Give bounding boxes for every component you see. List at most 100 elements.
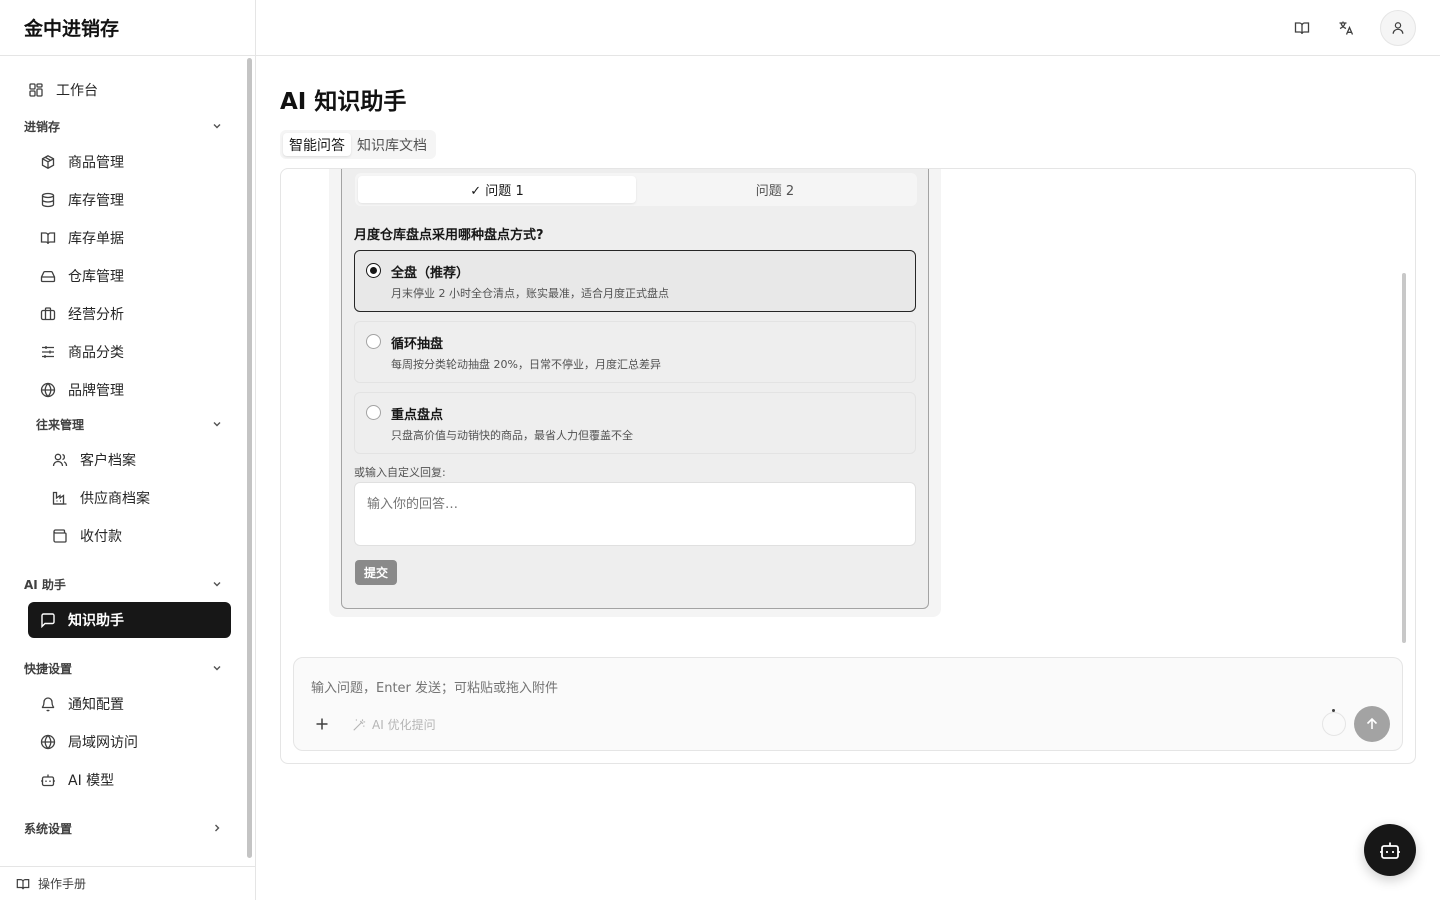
message-square-icon xyxy=(40,612,56,628)
sidebar-item-label: 品牌管理 xyxy=(68,383,124,399)
wallet-icon xyxy=(52,528,68,544)
chat-composer: 输入问题，Enter 发送；可粘贴或拖入附件 AI 优化提问 xyxy=(293,657,1403,751)
sidebar-item-label: 工作台 xyxy=(56,83,98,99)
app-brand: 金中进销存 xyxy=(0,0,255,56)
package-icon xyxy=(40,154,56,170)
briefcase-icon xyxy=(40,306,56,322)
database-icon xyxy=(40,192,56,208)
language-button[interactable] xyxy=(1328,10,1364,46)
hard-drive-icon xyxy=(40,268,56,284)
chevron-down-icon xyxy=(210,661,224,675)
sidebar-scrollbar[interactable] xyxy=(247,58,252,858)
bot-icon xyxy=(40,772,56,788)
sidebar-item-label: 供应商档案 xyxy=(80,491,150,507)
submit-button[interactable]: 提交 xyxy=(355,560,398,585)
sidebar-item-label: 库存管理 xyxy=(68,193,124,209)
sidebar-item-stock-docs[interactable]: 库存单据 xyxy=(40,220,124,256)
tab-knowledge-docs[interactable]: 知识库文档 xyxy=(351,133,433,156)
group-label: 系统设置 xyxy=(24,821,73,836)
sidebar-item-label: 客户档案 xyxy=(80,453,136,469)
group-contacts[interactable]: 往来管理 xyxy=(36,412,224,436)
option-title: 重点盘点 xyxy=(391,408,444,423)
users-icon xyxy=(52,452,68,468)
option-full-count[interactable]: 全盘（推荐） 月末停业 2 小时全仓清点，账实最准，适合月度正式盘点 xyxy=(354,250,916,312)
option-cycle-count[interactable]: 循环抽盘 每周按分类轮动抽盘 20%，日常不停业，月度汇总差异 xyxy=(354,321,916,383)
group-label: AI 助手 xyxy=(24,577,66,592)
grid-icon xyxy=(28,82,44,98)
chevron-down-icon xyxy=(210,119,224,133)
group-quick-settings[interactable]: 快捷设置 xyxy=(24,656,224,680)
translate-icon xyxy=(1338,20,1354,36)
sidebar: 金中进销存 工作台 进销存 商品管理 库存管理 库存单据 仓库管理 经营分析 商… xyxy=(0,0,256,900)
group-ai[interactable]: AI 助手 xyxy=(24,572,224,596)
custom-reply-label: 或输入自定义回复: xyxy=(354,466,446,479)
sidebar-item-label: 商品管理 xyxy=(68,155,124,171)
chat-panel: ✓ 问题 1 问题 2 月度仓库盘点采用哪种盘点方式? 全盘（推荐） 月末停业 … xyxy=(280,168,1416,764)
chat-input[interactable]: 输入问题，Enter 发送；可粘贴或拖入附件 xyxy=(311,677,558,696)
sidebar-item-label: AI 模型 xyxy=(68,773,115,789)
sidebar-item-label: 局域网访问 xyxy=(68,735,138,751)
sidebar-item-customers[interactable]: 客户档案 xyxy=(52,442,136,478)
sidebar-item-knowledge[interactable]: 知识助手 xyxy=(28,602,231,638)
group-label: 往来管理 xyxy=(36,417,85,432)
sidebar-item-suppliers[interactable]: 供应商档案 xyxy=(52,480,150,516)
user-avatar-button[interactable] xyxy=(1380,10,1416,46)
ai-optimize-label: AI 优化提问 xyxy=(372,718,436,732)
sidebar-item-label: 商品分类 xyxy=(68,345,124,361)
page-title: AI 知识助手 xyxy=(280,89,407,115)
sidebar-item-stock[interactable]: 库存管理 xyxy=(40,182,124,218)
book-open-icon xyxy=(40,230,56,246)
manual-link[interactable]: 操作手册 xyxy=(0,866,255,900)
send-button[interactable] xyxy=(1354,706,1390,742)
plus-icon xyxy=(314,716,330,732)
question-card: ✓ 问题 1 问题 2 月度仓库盘点采用哪种盘点方式? 全盘（推荐） 月末停业 … xyxy=(341,169,929,609)
group-system-settings[interactable]: 系统设置 xyxy=(24,816,224,840)
option-title: 全盘（推荐） xyxy=(391,266,470,281)
attach-button[interactable] xyxy=(312,714,332,734)
sidebar-item-warehouse[interactable]: 仓库管理 xyxy=(40,258,124,294)
group-inventory[interactable]: 进销存 xyxy=(24,114,224,138)
question-tabs: ✓ 问题 1 问题 2 xyxy=(355,173,917,206)
manual-link-label: 操作手册 xyxy=(38,877,87,891)
radio-selected xyxy=(366,263,381,278)
globe-icon xyxy=(40,734,56,750)
question-tab-2[interactable]: 问题 2 xyxy=(636,176,914,203)
option-desc: 每周按分类轮动抽盘 20%，日常不停业，月度汇总差异 xyxy=(391,358,661,371)
radio xyxy=(366,405,381,420)
sidebar-item-payments[interactable]: 收付款 xyxy=(52,518,122,554)
sidebar-item-label: 通知配置 xyxy=(68,697,124,713)
bell-icon xyxy=(40,696,56,712)
chevron-down-icon xyxy=(210,577,224,591)
sidebar-item-workbench[interactable]: 工作台 xyxy=(28,72,98,108)
sidebar-item-label: 收付款 xyxy=(80,529,122,545)
book-open-icon xyxy=(16,877,30,891)
option-title: 循环抽盘 xyxy=(391,337,444,352)
sidebar-item-lan[interactable]: 局域网访问 xyxy=(40,724,138,760)
book-open-icon xyxy=(1294,20,1310,36)
sidebar-item-label: 知识助手 xyxy=(68,613,124,629)
user-icon xyxy=(1391,21,1405,35)
group-label: 快捷设置 xyxy=(24,661,73,676)
arrow-up-icon xyxy=(1364,716,1380,732)
tab-smart-qa[interactable]: 智能问答 xyxy=(283,133,351,156)
sidebar-item-label: 经营分析 xyxy=(68,307,124,323)
assistant-message: ✓ 问题 1 问题 2 月度仓库盘点采用哪种盘点方式? 全盘（推荐） 月末停业 … xyxy=(329,169,941,617)
sidebar-item-analysis[interactable]: 经营分析 xyxy=(40,296,124,332)
chat-scrollbar[interactable] xyxy=(1402,273,1406,643)
question-text: 月度仓库盘点采用哪种盘点方式? xyxy=(354,228,544,243)
option-key-count[interactable]: 重点盘点 只盘高价值与动销快的商品，最省人力但覆盖不全 xyxy=(354,392,916,454)
sidebar-item-brands[interactable]: 品牌管理 xyxy=(40,372,124,408)
sidebar-item-products[interactable]: 商品管理 xyxy=(40,144,124,180)
sidebar-item-categories[interactable]: 商品分类 xyxy=(40,334,124,370)
ai-optimize-button[interactable]: AI 优化提问 xyxy=(352,716,436,733)
chevron-down-icon xyxy=(210,417,224,431)
question-tab-1[interactable]: ✓ 问题 1 xyxy=(358,176,636,203)
custom-reply-input[interactable] xyxy=(354,482,916,546)
factory-icon xyxy=(52,490,68,506)
sidebar-item-ai-model[interactable]: AI 模型 xyxy=(40,762,114,798)
docs-button[interactable] xyxy=(1284,10,1320,46)
option-desc: 月末停业 2 小时全仓清点，账实最准，适合月度正式盘点 xyxy=(391,287,669,300)
sidebar-item-notify[interactable]: 通知配置 xyxy=(40,686,124,722)
loading-spinner xyxy=(1322,709,1346,736)
ai-assistant-fab[interactable] xyxy=(1364,824,1416,876)
